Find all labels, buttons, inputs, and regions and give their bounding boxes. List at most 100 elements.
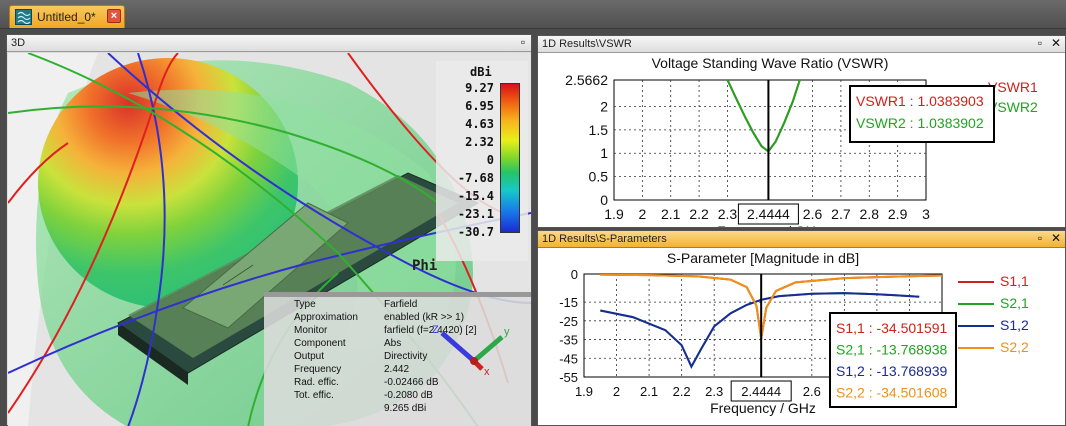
x-tick-label: 2 — [613, 384, 620, 399]
y-tick-label: -55 — [559, 370, 578, 385]
y-tick-label: 0.5 — [589, 169, 609, 185]
vswr-results-pane: 1D Results\VSWR ▫ ✕ Voltage Standing Wav… — [537, 35, 1066, 228]
x-tick-label: 2.2 — [673, 384, 691, 399]
vswr-chart[interactable]: Voltage Standing Wave Ratio (VSWR) 2.5662… — [538, 54, 1065, 227]
info-value: -0.02466 dB — [384, 377, 439, 388]
document-tab-bar: Untitled_0* × — [0, 0, 1066, 29]
y-tick-label: 1.5 — [589, 122, 609, 138]
close-icon[interactable]: ✕ — [1050, 37, 1062, 50]
colorbar-tick: -7.68 — [457, 171, 494, 185]
legend-entry: VSWR1 — [988, 79, 1038, 95]
info-value: 9.265 dBi — [384, 403, 427, 414]
close-icon[interactable]: × — [107, 9, 121, 23]
x-tick-label: 1.9 — [604, 206, 624, 222]
info-value: Directivity — [384, 351, 428, 362]
legend-entry: S2,1 — [1000, 295, 1029, 311]
x-tick-label: 2.2 — [689, 206, 709, 222]
y-tick-label: -45 — [559, 351, 578, 366]
readout-value: S1,1 : -34.501591 — [836, 320, 948, 336]
x-tick-label: 2.1 — [640, 384, 658, 399]
s-parameters-results-pane: 1D Results\S-Parameters ▫ ✕ S-Parameter … — [537, 230, 1066, 426]
info-value: -0.2080 dB — [384, 390, 433, 401]
pane-header: 1D Results\S-Parameters ▫ ✕ — [538, 231, 1065, 248]
phi-label: Phi — [412, 258, 438, 274]
s-parameter-chart[interactable]: S-Parameter [Magnitude in dB] 0 -15 -25 -35 -… — [538, 249, 1065, 425]
axis-y-label: y — [504, 326, 510, 338]
info-key: Tot. effic. — [294, 390, 334, 401]
legend-entry: S1,1 — [1000, 273, 1029, 289]
axis-z-label: Z — [432, 324, 439, 336]
document-tab[interactable]: Untitled_0* × — [9, 5, 125, 28]
info-key: Frequency — [294, 364, 342, 375]
y-tick-label: -35 — [559, 333, 578, 348]
x-tick-label: 2.3 — [718, 206, 738, 222]
close-icon[interactable]: ✕ — [1050, 232, 1062, 245]
info-key: Rad. effic. — [294, 377, 339, 388]
colorbar-tick: 6.95 — [465, 99, 494, 113]
x-tick-label: 2.1 — [661, 206, 681, 222]
readout-value: S2,2 : -34.501608 — [836, 385, 948, 401]
x-tick-label: 3 — [922, 206, 930, 222]
colorbar-tick: -23.1 — [457, 207, 494, 221]
pane-header: 1D Results\VSWR ▫ ✕ — [538, 36, 1065, 53]
pane-title: 1D Results\S-Parameters — [542, 233, 667, 245]
3d-viewport[interactable]: dBi 9.27 6.95 4.63 2.32 0 -7.68 -15.4 -2… — [8, 53, 531, 426]
readout-value: S1,2 : -13.768939 — [836, 363, 948, 379]
colorbar-tick: 9.27 — [465, 81, 494, 95]
x-axis-label: Frequency / GHz — [717, 223, 823, 227]
chart-title: Voltage Standing Wave Ratio (VSWR) — [652, 55, 889, 71]
3d-view-pane: 3D ▫ dBi 9.27 6.95 4.63 2.32 0 -7.68 -15… — [6, 34, 532, 426]
colorbar-tick: 4.63 — [465, 117, 494, 131]
app-window: Untitled_0* × 3D ▫ dBi 9.27 6.95 4.63 2.… — [0, 0, 1066, 426]
marker-x-label: 2.4444 — [747, 206, 790, 222]
info-key: Monitor — [294, 325, 328, 336]
x-tick-label: 2.6 — [803, 206, 823, 222]
y-tick-label: 0 — [571, 267, 578, 282]
legend-entry: S2,2 — [1000, 339, 1029, 355]
readout-value: VSWR2 : 1.0383902 — [856, 115, 984, 131]
info-value: Farfield — [384, 299, 418, 310]
x-tick-label: 2.7 — [831, 206, 851, 222]
readout-value: S2,1 : -13.768938 — [836, 342, 948, 358]
legend-entry: S1,2 — [1000, 317, 1029, 333]
colorbar-tick: 0 — [486, 153, 494, 167]
maximize-icon[interactable]: ▫ — [1034, 37, 1046, 50]
y-tick-label: 2.5662 — [565, 72, 608, 88]
maximize-icon[interactable]: ▫ — [517, 36, 529, 49]
document-tab-label: Untitled_0* — [37, 10, 96, 24]
x-tick-label: 2 — [638, 206, 646, 222]
colorbar-tick: 2.32 — [465, 135, 494, 149]
farfield-info-panel: Type Farfield Approximation enabled (kR >>… — [264, 292, 531, 426]
x-tick-label: 2.6 — [803, 384, 821, 399]
colorbar-legend: dBi 9.27 6.95 4.63 2.32 0 -7.68 -15.4 -2… — [436, 61, 528, 261]
axes-triad-icon: Z y x — [432, 324, 510, 377]
readout-value: VSWR1 : 1.0383903 — [856, 93, 984, 109]
info-key: Output — [294, 351, 325, 362]
info-key: Approximation — [294, 312, 358, 323]
info-key: Type — [294, 299, 316, 310]
x-tick-label: 2.9 — [888, 206, 908, 222]
colorbar-unit: dBi — [470, 65, 492, 79]
info-value: 2.442 — [384, 364, 410, 375]
chart-title: S-Parameter [Magnitude in dB] — [667, 250, 859, 266]
axis-x-label: x — [484, 366, 490, 377]
y-tick-label: 1 — [600, 145, 608, 161]
pane-header: 3D ▫ — [7, 35, 531, 52]
pane-title: 1D Results\VSWR — [542, 38, 632, 50]
y-tick-label: 2 — [600, 98, 608, 114]
x-tick-label: 1.9 — [575, 384, 593, 399]
x-tick-label: 2.3 — [705, 384, 723, 399]
legend-entry: VSWR2 — [988, 99, 1038, 115]
info-value: Abs — [384, 338, 402, 349]
marker-x-label: 2.4444 — [741, 384, 781, 399]
colorbar-tick: -15.4 — [457, 189, 494, 203]
y-tick-label: -25 — [559, 314, 578, 329]
x-axis-label: Frequency / GHz — [710, 400, 816, 416]
colorbar-tick: -30.7 — [457, 225, 494, 239]
y-tick-label: -15 — [559, 295, 578, 310]
maximize-icon[interactable]: ▫ — [1034, 232, 1046, 245]
pane-title: 3D — [11, 37, 26, 49]
x-tick-label: 2.8 — [860, 206, 880, 222]
info-key: Component — [294, 338, 346, 349]
project-icon — [15, 9, 32, 25]
